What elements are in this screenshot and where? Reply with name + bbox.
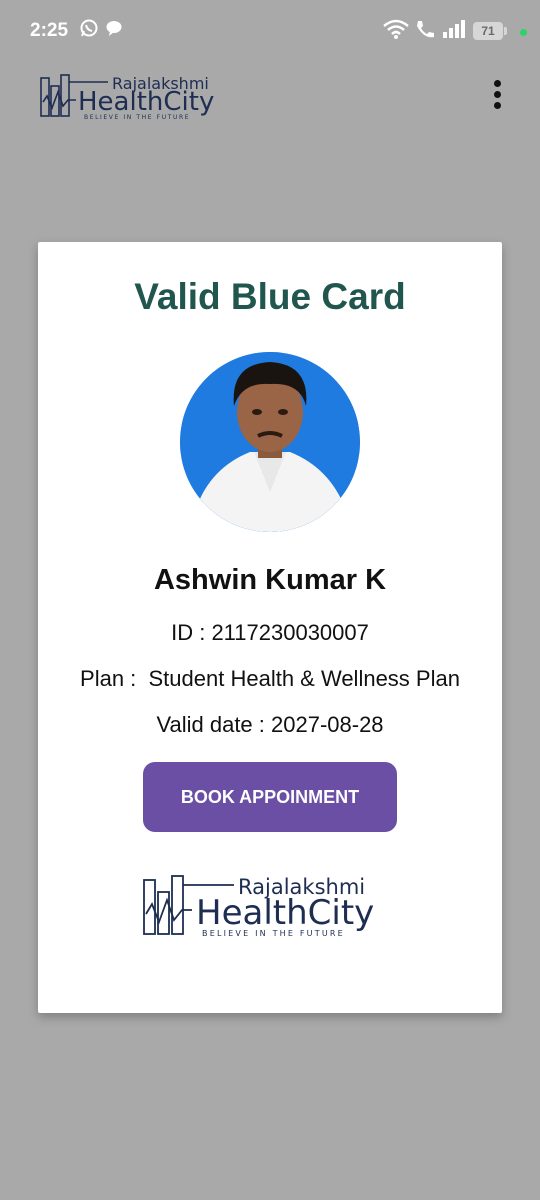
logo-line2: HealthCity: [78, 87, 214, 117]
battery-tip: [504, 27, 507, 35]
whatsapp-icon: [80, 19, 98, 37]
menu-dot: [493, 102, 501, 109]
logo-tagline: BELIEVE IN THE FUTURE: [84, 114, 190, 121]
chat-icon: [106, 21, 122, 36]
signal-icon: [443, 20, 465, 38]
valid-date: Valid date : 2027-08-28: [156, 712, 384, 737]
app-logo: Rajalakshmi HealthCity BELIEVE IN THE FU…: [40, 74, 214, 121]
battery-icon: 71: [473, 22, 503, 40]
member-plan: Plan : Student Health & Wellness Plan: [80, 666, 460, 691]
wifi-icon: [383, 19, 409, 39]
privacy-indicator-dot: [520, 29, 527, 36]
more-vertical-icon[interactable]: [484, 76, 510, 116]
card-title: Valid Blue Card: [134, 276, 406, 317]
card-logo-tagline: BELIEVE IN THE FUTURE: [202, 929, 345, 938]
blue-card: Valid Blue Card Ashwin Kumar K ID : 2117…: [38, 242, 502, 1013]
menu-dot: [493, 91, 501, 98]
member-id: ID : 2117230030007: [171, 620, 369, 645]
status-bar: 2:25 71: [0, 0, 540, 62]
profile-photo: [180, 352, 360, 532]
member-name: Ashwin Kumar K: [153, 564, 387, 596]
card-logo-line2: HealthCity: [196, 893, 374, 933]
status-time: 2:25: [30, 20, 69, 41]
card-logo: Rajalakshmi HealthCity BELIEVE IN THE FU…: [143, 875, 374, 938]
call-icon: [417, 21, 434, 38]
menu-dot: [493, 80, 501, 87]
book-appointment-button[interactable]: BOOK APPOINMENT: [143, 762, 397, 832]
